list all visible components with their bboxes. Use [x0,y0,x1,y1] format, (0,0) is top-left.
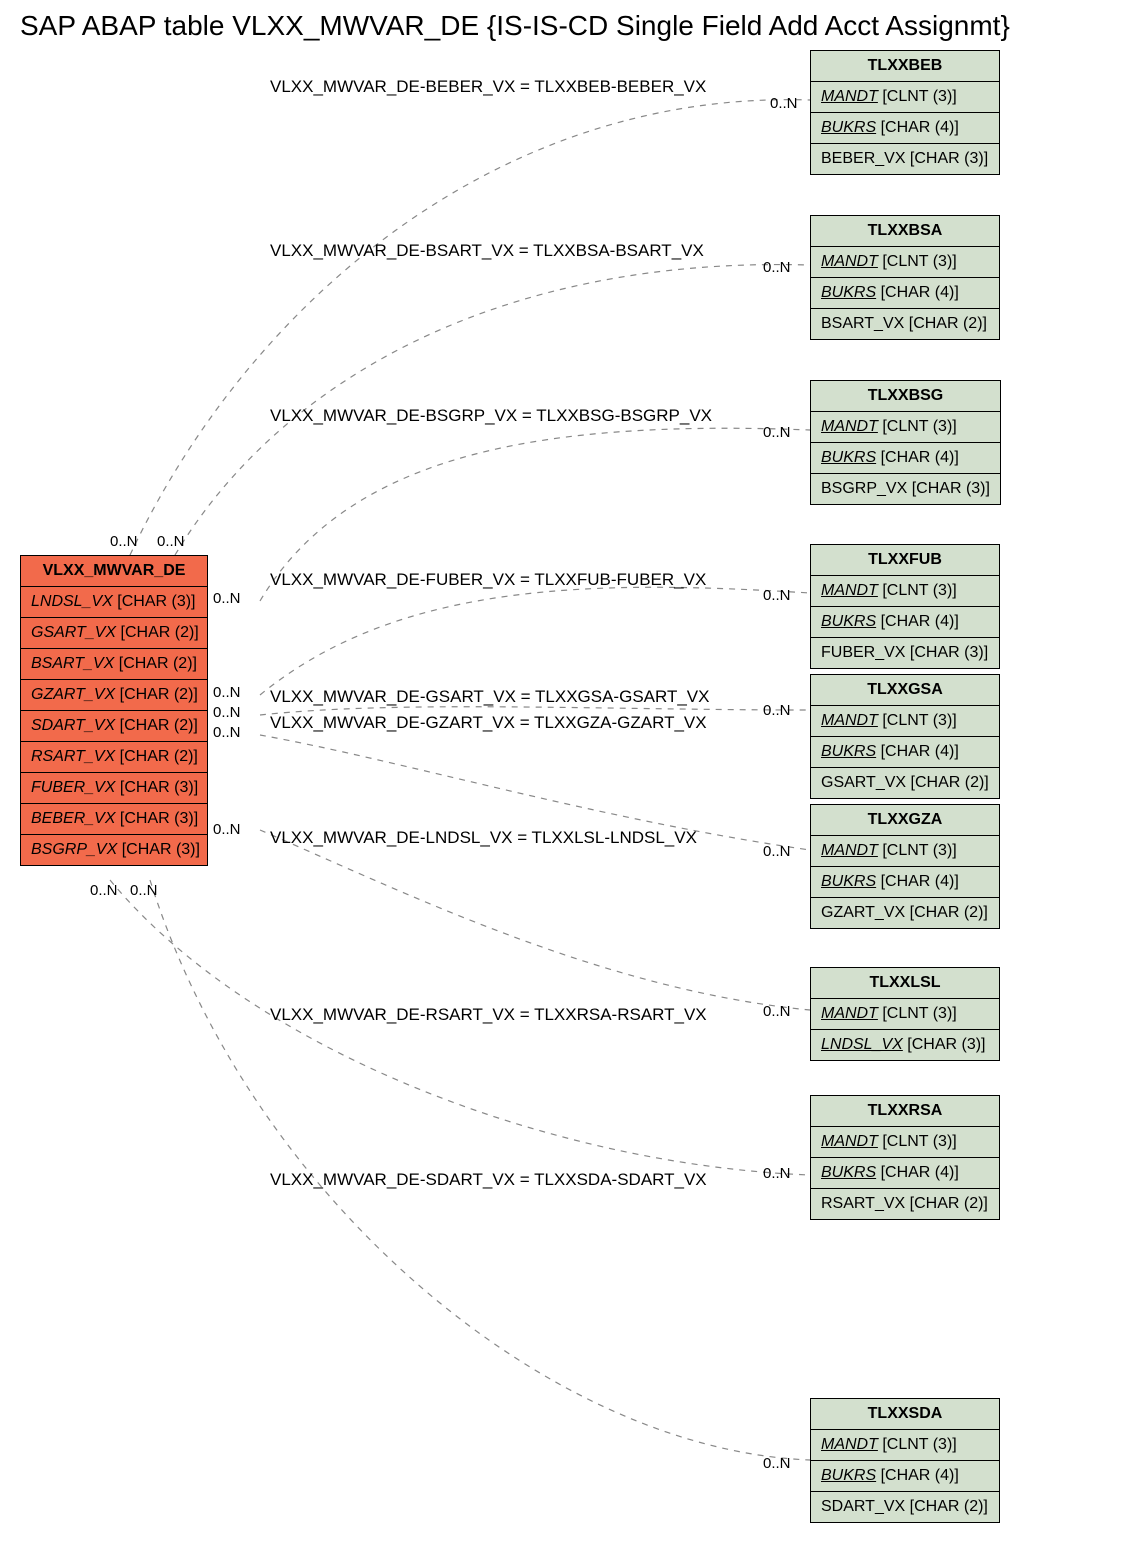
related-entity-field: BUKRS [CHAR (4)] [811,1461,999,1492]
cardinality-label: 0..N [763,1455,791,1472]
relation-label: VLXX_MWVAR_DE-BSART_VX = TLXXBSA-BSART_V… [270,241,704,261]
related-entity-field: BUKRS [CHAR (4)] [811,113,999,144]
cardinality-label: 0..N [763,259,791,276]
related-entity-field: MANDT [CLNT (3)] [811,412,1000,443]
cardinality-label: 0..N [130,882,158,899]
related-entity-name: TLXXBSG [811,381,1000,412]
related-entity-name: TLXXGSA [811,675,999,706]
related-entity-field: FUBER_VX [CHAR (3)] [811,638,999,668]
related-entity-name: TLXXRSA [811,1096,999,1127]
related-entity-field: BUKRS [CHAR (4)] [811,867,999,898]
cardinality-label: 0..N [110,533,138,550]
related-entity-name: TLXXGZA [811,805,999,836]
main-entity-field: GSART_VX [CHAR (2)] [21,618,207,649]
related-entity-name: TLXXLSL [811,968,999,999]
cardinality-label: 0..N [763,1165,791,1182]
relation-label: VLXX_MWVAR_DE-GSART_VX = TLXXGSA-GSART_V… [270,687,709,707]
main-entity-field: GZART_VX [CHAR (2)] [21,680,207,711]
relation-label: VLXX_MWVAR_DE-FUBER_VX = TLXXFUB-FUBER_V… [270,570,706,590]
related-entity-field: MANDT [CLNT (3)] [811,82,999,113]
cardinality-label: 0..N [90,882,118,899]
related-entity-field: BUKRS [CHAR (4)] [811,737,999,768]
related-entity-table: TLXXSDAMANDT [CLNT (3)]BUKRS [CHAR (4)]S… [810,1398,1000,1523]
main-entity-field: BEBER_VX [CHAR (3)] [21,804,207,835]
related-entity-name: TLXXBEB [811,51,999,82]
relation-label: VLXX_MWVAR_DE-RSART_VX = TLXXRSA-RSART_V… [270,1005,707,1025]
related-entity-field: MANDT [CLNT (3)] [811,1127,999,1158]
relation-label: VLXX_MWVAR_DE-BSGRP_VX = TLXXBSG-BSGRP_V… [270,406,712,426]
related-entity-field: GSART_VX [CHAR (2)] [811,768,999,798]
cardinality-label: 0..N [763,843,791,860]
related-entity-field: MANDT [CLNT (3)] [811,836,999,867]
related-entity-field: BUKRS [CHAR (4)] [811,278,999,309]
related-entity-field: RSART_VX [CHAR (2)] [811,1189,999,1219]
related-entity-field: MANDT [CLNT (3)] [811,1430,999,1461]
related-entity-field: BSART_VX [CHAR (2)] [811,309,999,339]
related-entity-field: MANDT [CLNT (3)] [811,576,999,607]
related-entity-field: MANDT [CLNT (3)] [811,247,999,278]
main-entity-field: FUBER_VX [CHAR (3)] [21,773,207,804]
cardinality-label: 0..N [213,821,241,838]
page-title: SAP ABAP table VLXX_MWVAR_DE {IS-IS-CD S… [20,10,1010,42]
cardinality-label: 0..N [213,724,241,741]
main-entity-field: BSGRP_VX [CHAR (3)] [21,835,207,865]
related-entity-field: BUKRS [CHAR (4)] [811,1158,999,1189]
cardinality-label: 0..N [763,1003,791,1020]
related-entity-table: TLXXBSAMANDT [CLNT (3)]BUKRS [CHAR (4)]B… [810,215,1000,340]
related-entity-table: TLXXBEBMANDT [CLNT (3)]BUKRS [CHAR (4)]B… [810,50,1000,175]
related-entity-field: MANDT [CLNT (3)] [811,999,999,1030]
related-entity-field: BUKRS [CHAR (4)] [811,607,999,638]
relation-label: VLXX_MWVAR_DE-SDART_VX = TLXXSDA-SDART_V… [270,1170,707,1190]
relation-label: VLXX_MWVAR_DE-GZART_VX = TLXXGZA-GZART_V… [270,713,707,733]
related-entity-table: TLXXGSAMANDT [CLNT (3)]BUKRS [CHAR (4)]G… [810,674,1000,799]
main-entity-field: BSART_VX [CHAR (2)] [21,649,207,680]
related-entity-field: BSGRP_VX [CHAR (3)] [811,474,1000,504]
main-entity-field: SDART_VX [CHAR (2)] [21,711,207,742]
related-entity-table: TLXXRSAMANDT [CLNT (3)]BUKRS [CHAR (4)]R… [810,1095,1000,1220]
cardinality-label: 0..N [213,704,241,721]
related-entity-table: TLXXLSLMANDT [CLNT (3)]LNDSL_VX [CHAR (3… [810,967,1000,1061]
main-entity-table: VLXX_MWVAR_DE LNDSL_VX [CHAR (3)]GSART_V… [20,555,208,866]
related-entity-name: TLXXBSA [811,216,999,247]
main-entity-name: VLXX_MWVAR_DE [21,556,207,587]
related-entity-table: TLXXBSGMANDT [CLNT (3)]BUKRS [CHAR (4)]B… [810,380,1001,505]
related-entity-name: TLXXSDA [811,1399,999,1430]
cardinality-label: 0..N [157,533,185,550]
related-entity-field: LNDSL_VX [CHAR (3)] [811,1030,999,1060]
related-entity-field: BUKRS [CHAR (4)] [811,443,1000,474]
cardinality-label: 0..N [213,590,241,607]
cardinality-label: 0..N [763,424,791,441]
relation-label: VLXX_MWVAR_DE-BEBER_VX = TLXXBEB-BEBER_V… [270,77,706,97]
related-entity-table: TLXXFUBMANDT [CLNT (3)]BUKRS [CHAR (4)]F… [810,544,1000,669]
related-entity-name: TLXXFUB [811,545,999,576]
main-entity-field: LNDSL_VX [CHAR (3)] [21,587,207,618]
main-entity-field: RSART_VX [CHAR (2)] [21,742,207,773]
related-entity-field: GZART_VX [CHAR (2)] [811,898,999,928]
related-entity-field: BEBER_VX [CHAR (3)] [811,144,999,174]
cardinality-label: 0..N [763,702,791,719]
cardinality-label: 0..N [770,95,798,112]
relation-label: VLXX_MWVAR_DE-LNDSL_VX = TLXXLSL-LNDSL_V… [270,828,697,848]
cardinality-label: 0..N [763,587,791,604]
cardinality-label: 0..N [213,684,241,701]
related-entity-table: TLXXGZAMANDT [CLNT (3)]BUKRS [CHAR (4)]G… [810,804,1000,929]
related-entity-field: SDART_VX [CHAR (2)] [811,1492,999,1522]
related-entity-field: MANDT [CLNT (3)] [811,706,999,737]
